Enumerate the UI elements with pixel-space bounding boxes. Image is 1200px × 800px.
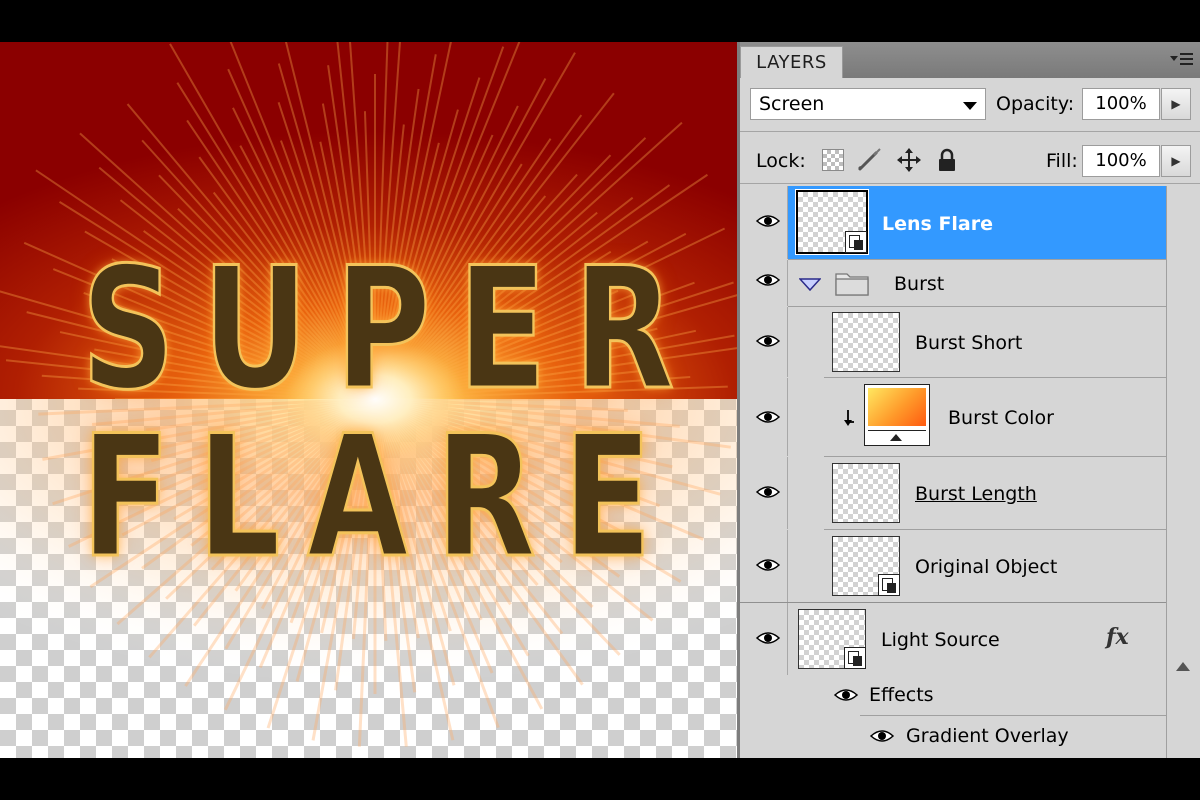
layers-scrollbar[interactable] bbox=[1166, 186, 1200, 758]
effect-name: Gradient Overlay bbox=[906, 725, 1069, 747]
visibility-toggle[interactable] bbox=[744, 530, 788, 602]
fill-slider-button[interactable]: ▶ bbox=[1161, 145, 1191, 177]
layer-row-burst-length[interactable]: Burst Length bbox=[740, 457, 1200, 529]
eye-icon[interactable] bbox=[870, 728, 894, 744]
chevron-down-icon bbox=[963, 102, 977, 110]
folder-icon bbox=[835, 273, 869, 296]
layer-row-burst-group[interactable]: Burst bbox=[740, 260, 1200, 306]
eye-icon bbox=[756, 274, 780, 286]
layer-thumbnail bbox=[832, 536, 900, 596]
eye-icon[interactable] bbox=[834, 687, 858, 703]
artwork-text-flare: FLARE bbox=[80, 399, 679, 595]
layer-name: Lens Flare bbox=[882, 213, 994, 235]
layer-thumbnail bbox=[798, 609, 866, 669]
lock-image-pixels-icon[interactable] bbox=[856, 147, 882, 173]
layer-thumbnail bbox=[832, 463, 900, 523]
layer-thumbnail bbox=[795, 189, 869, 255]
visibility-toggle[interactable] bbox=[744, 603, 788, 675]
layer-thumbnail bbox=[832, 312, 900, 372]
blend-mode-value: Screen bbox=[759, 93, 825, 115]
panel-menu-icon[interactable] bbox=[1170, 51, 1194, 69]
expand-triangle-icon[interactable] bbox=[799, 278, 821, 292]
layers-tab[interactable]: LAYERS bbox=[740, 46, 843, 78]
visibility-toggle[interactable] bbox=[744, 260, 788, 306]
gradient-fill-thumbnail bbox=[864, 384, 930, 446]
effects-label: Effects bbox=[869, 684, 934, 706]
layer-row-light-source[interactable]: Light Source fx bbox=[740, 603, 1200, 675]
smart-object-icon bbox=[878, 574, 900, 596]
layer-name: Burst Short bbox=[915, 332, 1023, 354]
lock-position-icon[interactable] bbox=[896, 147, 922, 173]
lock-label: Lock: bbox=[756, 150, 806, 172]
layer-name: Burst Length bbox=[915, 483, 1037, 505]
scroll-up-arrow-icon[interactable] bbox=[1176, 662, 1190, 671]
lock-all-icon[interactable] bbox=[934, 147, 960, 173]
layers-panel: LAYERS Screen Opacity: 100% ▶ Lock: Fill… bbox=[737, 42, 1200, 758]
fill-label: Fill: bbox=[1046, 150, 1078, 172]
opacity-label: Opacity: bbox=[996, 93, 1075, 115]
lock-transparent-pixels-icon[interactable] bbox=[822, 149, 844, 171]
layer-name: Burst Color bbox=[948, 407, 1054, 429]
visibility-toggle[interactable] bbox=[744, 457, 788, 529]
layer-row-burst-short[interactable]: Burst Short bbox=[740, 307, 1200, 377]
panel-tab-bar: LAYERS bbox=[740, 42, 1200, 78]
layer-name: Light Source bbox=[881, 629, 1000, 651]
eye-icon bbox=[756, 411, 780, 423]
clipping-mask-arrow-icon bbox=[844, 410, 854, 426]
gradient-stop-icon bbox=[890, 434, 902, 441]
blend-mode-select[interactable]: Screen bbox=[750, 88, 986, 120]
eye-icon bbox=[756, 632, 780, 644]
eye-icon bbox=[756, 215, 780, 227]
smart-object-icon bbox=[845, 231, 867, 253]
effects-row[interactable]: Effects bbox=[740, 675, 1200, 715]
gradient-swatch bbox=[868, 388, 926, 426]
layer-name: Burst bbox=[894, 273, 945, 295]
smart-object-icon bbox=[844, 647, 866, 669]
opacity-slider-button[interactable]: ▶ bbox=[1161, 88, 1191, 120]
visibility-toggle[interactable] bbox=[744, 186, 788, 259]
layer-name: Original Object bbox=[915, 556, 1058, 578]
document-canvas[interactable]: SUPER FLARE bbox=[0, 42, 737, 758]
layer-row-lens-flare[interactable]: Lens Flare bbox=[740, 186, 1200, 259]
effect-row-gradient-overlay[interactable]: Gradient Overlay bbox=[740, 716, 1200, 756]
fill-field[interactable]: 100% bbox=[1082, 145, 1160, 177]
visibility-toggle[interactable] bbox=[744, 378, 788, 456]
eye-icon bbox=[756, 335, 780, 347]
opacity-field[interactable]: 100% bbox=[1082, 88, 1160, 120]
divider bbox=[740, 131, 1200, 132]
visibility-toggle[interactable] bbox=[744, 307, 788, 377]
divider bbox=[740, 183, 1200, 184]
layer-row-burst-color[interactable]: Burst Color bbox=[740, 378, 1200, 456]
artwork-text-super: SUPER bbox=[80, 231, 701, 427]
layer-row-original-object[interactable]: Original Object bbox=[740, 530, 1200, 602]
fx-icon[interactable]: fx bbox=[1106, 624, 1129, 650]
eye-icon bbox=[756, 559, 780, 571]
eye-icon bbox=[756, 486, 780, 498]
layers-list: Lens Flare Burst Burst Short Burst Color… bbox=[740, 186, 1200, 758]
